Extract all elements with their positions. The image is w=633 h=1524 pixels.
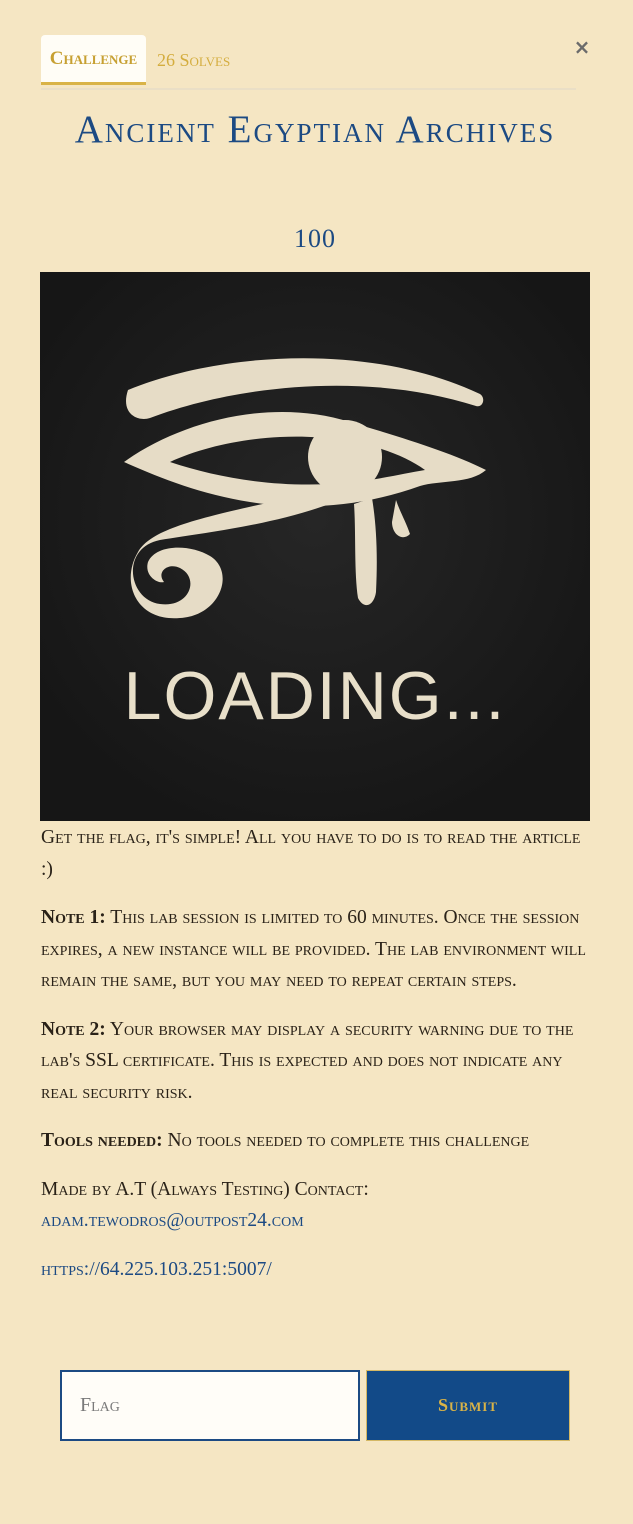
challenge-link-paragraph: https://64.225.103.251:5007/ [41,1254,589,1286]
note-2: Note 2: Your browser may display a secur… [41,1014,589,1109]
intro-text: Get the flag, it's simple! All you have … [41,827,581,880]
tools-label: Tools needed: [41,1130,163,1151]
tools-text: No tools needed to complete this challen… [162,1130,530,1151]
note-1: Note 1: This lab session is limited to 6… [41,902,589,997]
challenge-banner-image: LOADING... [40,272,590,821]
author-contact: Made by A.T (Always Testing) Contact: ada… [41,1174,589,1237]
contact-email-link[interactable]: adam.tewodros@outpost24.com [41,1210,304,1231]
tab-challenge[interactable]: Challenge [41,35,146,85]
challenge-tabs: Challenge 26 Solves [41,35,576,90]
tools-needed: Tools needed: No tools needed to complet… [41,1125,589,1157]
challenge-points: 100 [294,224,336,253]
note-2-label: Note 2: [41,1018,106,1040]
challenge-url-link[interactable]: https://64.225.103.251:5007/ [41,1259,272,1280]
challenge-modal: Challenge 26 Solves × Ancient Egyptian A… [0,0,633,1524]
banner-loading-text: LOADING... [123,658,507,734]
flag-input[interactable] [60,1370,360,1441]
tab-solves[interactable]: 26 Solves [157,35,230,85]
note-2-text: Your browser may display a security warn… [41,1018,574,1103]
made-by-text: Made by A.T (Always Testing) Contact: [41,1178,369,1200]
submit-button[interactable]: Submit [366,1370,570,1441]
eye-of-horus-icon [124,358,486,619]
challenge-title: Ancient Egyptian Archives [74,108,556,151]
note-1-label: Note 1: [41,907,106,928]
challenge-description: Get the flag, it's simple! All you have … [41,822,589,1302]
close-icon[interactable]: × [571,34,593,60]
note-1-text: This lab session is limited to 60 minute… [41,907,586,991]
